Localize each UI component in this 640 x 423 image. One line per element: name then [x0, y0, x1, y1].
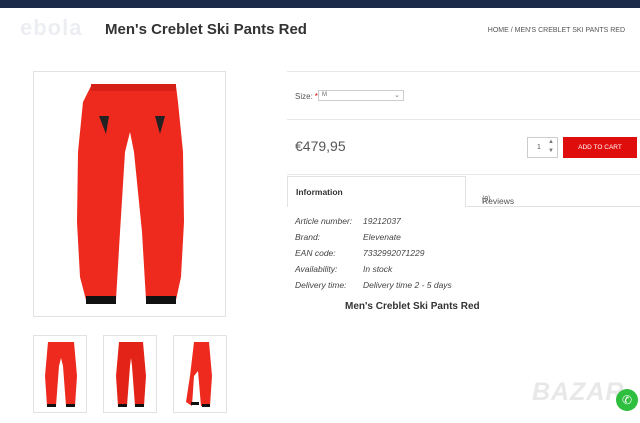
breadcrumb[interactable]: HOME / MEN'S CREBLET SKI PANTS RED	[488, 27, 625, 34]
divider	[287, 174, 640, 175]
product-main-image[interactable]	[33, 71, 226, 317]
spec-label: Brand:	[295, 232, 321, 242]
chevron-down-icon[interactable]: ▼	[548, 148, 554, 154]
spec-value: Delivery time 2 - 5 days	[363, 280, 452, 290]
reviews-count: (0)	[482, 196, 491, 203]
size-label: Size: *	[295, 92, 318, 101]
tab-information-label: Information	[296, 187, 343, 197]
top-bar	[0, 0, 640, 8]
product-thumbnail[interactable]	[173, 335, 227, 413]
spec-label: Article number:	[295, 216, 353, 226]
size-select-value: M	[322, 92, 327, 98]
spec-label: EAN code:	[295, 248, 336, 258]
pants-thumbnail-image	[116, 342, 146, 407]
pants-thumbnail-image	[186, 342, 212, 407]
watermark: BAZAR	[532, 378, 625, 406]
product-thumbnail[interactable]	[103, 335, 157, 413]
chevron-up-icon[interactable]: ▲	[548, 139, 554, 145]
size-label-text: Size:	[295, 92, 313, 101]
size-select[interactable]: M ⌄	[318, 90, 404, 101]
divider	[287, 119, 640, 120]
product-thumbnail[interactable]	[33, 335, 87, 413]
spec-label: Availability:	[295, 264, 338, 274]
tab-information[interactable]: Information	[287, 176, 466, 207]
divider	[287, 71, 640, 72]
spec-label: Delivery time:	[295, 280, 347, 290]
add-to-cart-button[interactable]: ADD TO CART	[563, 137, 637, 158]
description-title: Men's Creblet Ski Pants Red	[345, 301, 480, 312]
spec-value: 19212037	[363, 216, 401, 226]
pants-image	[77, 84, 184, 304]
spec-value: In stock	[363, 264, 393, 274]
tab-reviews[interactable]: Reviews (0)	[466, 176, 640, 207]
spec-value: 7332992071229	[363, 248, 425, 258]
site-logo[interactable]: ebola	[20, 15, 82, 41]
whatsapp-icon[interactable]: ✆	[616, 389, 638, 411]
page-title: Men's Creblet Ski Pants Red	[105, 21, 307, 38]
pants-thumbnail-image	[45, 342, 77, 407]
product-price: €479,95	[295, 138, 346, 154]
quantity-value: 1	[537, 144, 541, 151]
quantity-stepper[interactable]: 1 ▲ ▼	[527, 137, 558, 158]
chevron-down-icon: ⌄	[394, 92, 400, 99]
spec-value: Elevenate	[363, 232, 401, 242]
